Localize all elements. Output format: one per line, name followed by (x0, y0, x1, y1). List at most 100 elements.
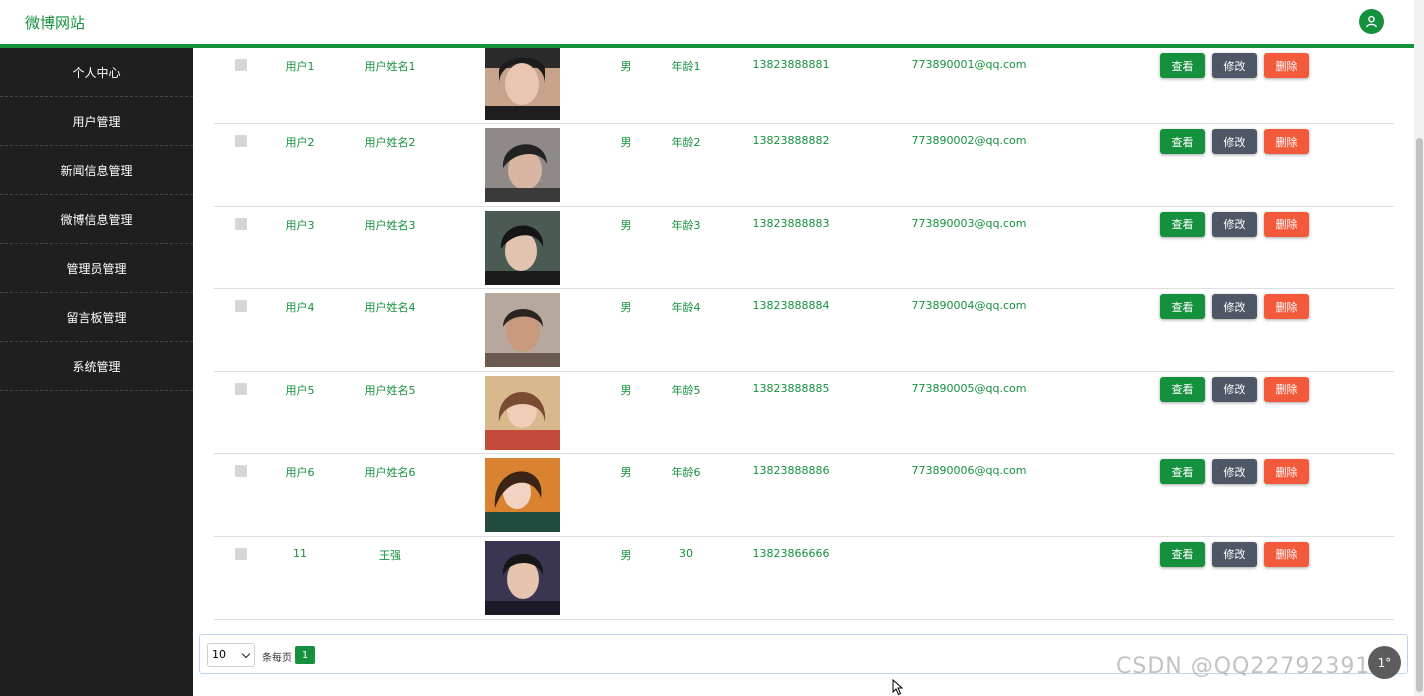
cell-age: 30 (679, 546, 693, 560)
cell-email: 773890002@qq.com (911, 134, 1027, 147)
page-size-label: 条每页 (262, 653, 292, 664)
edit-button[interactable]: 修改 (1212, 53, 1257, 78)
table-row: 用户2 用户姓名2 男 年龄2 13823888882 773890002@qq… (214, 124, 1394, 207)
cell-username: 11 (293, 546, 307, 560)
sidebar-item-label: 系统管理 (72, 359, 121, 374)
cell-phone: 13823888885 (752, 381, 830, 395)
sidebar-item-label: 用户管理 (72, 114, 121, 129)
cell-real-name: 王强 (379, 548, 401, 562)
sidebar-item-system[interactable]: 系统管理 (0, 342, 193, 391)
view-button[interactable]: 查看 (1160, 459, 1205, 485)
edit-button[interactable]: 修改 (1212, 459, 1257, 485)
row-checkbox[interactable] (235, 300, 247, 313)
delete-button[interactable]: 删除 (1264, 459, 1309, 485)
page-button-current[interactable]: 1 (295, 646, 315, 664)
cell-age: 年龄4 (671, 301, 701, 315)
row-checkbox[interactable] (235, 382, 247, 395)
row-checkbox[interactable] (235, 59, 247, 71)
sidebar-item-message-board[interactable]: 留言板管理 (0, 293, 193, 342)
scrollbar-thumb[interactable] (1416, 138, 1423, 692)
sidebar-item-label: 新闻信息管理 (60, 163, 133, 178)
edit-button[interactable]: 修改 (1212, 294, 1257, 320)
watermark: CSDN @QQ2279239102 (1116, 654, 1401, 679)
cell-real-name: 用户姓名2 (364, 136, 416, 149)
cell-sex: 男 (620, 548, 632, 562)
view-button[interactable]: 查看 (1160, 211, 1205, 237)
cell-sex: 男 (620, 466, 632, 480)
cell-sex: 男 (620, 383, 632, 397)
delete-button[interactable]: 删除 (1264, 53, 1309, 78)
table-row: 用户4 用户姓名4 男 年龄4 13823888884 773890004@qq… (214, 289, 1394, 372)
mouse-cursor-icon (892, 679, 904, 696)
user-photo (485, 210, 560, 285)
user-avatar-button[interactable] (1359, 9, 1384, 34)
row-checkbox[interactable] (235, 547, 247, 560)
cell-username: 用户1 (285, 60, 315, 73)
user-photo (485, 128, 560, 202)
cell-age: 年龄1 (671, 60, 701, 73)
user-photo (485, 48, 560, 120)
cell-real-name: 用户姓名3 (364, 218, 416, 232)
cell-phone: 13823888882 (752, 134, 830, 147)
delete-button[interactable]: 删除 (1264, 294, 1309, 320)
sidebar-item-news-management[interactable]: 新闻信息管理 (0, 146, 193, 195)
chevron-down-icon (241, 649, 251, 659)
view-button[interactable]: 查看 (1160, 129, 1205, 154)
cell-email: 773890003@qq.com (911, 216, 1027, 230)
sidebar-item-label: 微博信息管理 (60, 212, 133, 227)
top-bar: 微博网站 (0, 0, 1414, 48)
user-icon (1365, 15, 1378, 28)
delete-button[interactable]: 删除 (1264, 129, 1309, 154)
cell-username: 用户4 (285, 301, 315, 315)
cell-email: 773890001@qq.com (911, 58, 1027, 71)
cell-username: 用户5 (285, 383, 315, 397)
row-checkbox[interactable] (235, 465, 247, 478)
sidebar: 个人中心 用户管理 新闻信息管理 微博信息管理 管理员管理 留言板管理 系统管理 (0, 48, 193, 696)
cell-username: 用户3 (285, 218, 315, 232)
cell-username: 用户6 (285, 466, 315, 480)
back-to-top-button[interactable]: 1° (1368, 646, 1401, 679)
cell-phone: 13823866666 (752, 546, 830, 560)
cell-phone: 13823888883 (752, 216, 830, 230)
cell-age: 年龄3 (671, 218, 701, 232)
sidebar-item-label: 管理员管理 (66, 261, 127, 276)
cell-real-name: 用户姓名6 (364, 466, 416, 480)
main-content: 用户1 用户姓名1 男 年龄1 13823888881 773890001@qq… (193, 48, 1414, 696)
sidebar-item-weibo-management[interactable]: 微博信息管理 (0, 195, 193, 244)
cell-phone: 13823888881 (752, 58, 830, 71)
cell-sex: 男 (620, 301, 632, 315)
delete-button[interactable]: 删除 (1264, 211, 1309, 237)
row-checkbox[interactable] (235, 217, 247, 230)
table-row: 用户1 用户姓名1 男 年龄1 13823888881 773890001@qq… (214, 48, 1394, 124)
view-button[interactable]: 查看 (1160, 53, 1205, 78)
sidebar-item-label: 个人中心 (72, 65, 121, 80)
edit-button[interactable]: 修改 (1212, 541, 1257, 567)
sidebar-item-personal-center[interactable]: 个人中心 (0, 48, 193, 97)
cell-sex: 男 (620, 218, 632, 232)
row-checkbox[interactable] (235, 135, 247, 147)
delete-button[interactable]: 删除 (1264, 541, 1309, 567)
cell-age: 年龄6 (671, 466, 701, 480)
sidebar-item-label: 留言板管理 (66, 310, 127, 325)
view-button[interactable]: 查看 (1160, 294, 1205, 320)
table-row: 用户5 用户姓名5 男 年龄5 13823888885 773890005@qq… (214, 372, 1394, 455)
sidebar-item-admin-management[interactable]: 管理员管理 (0, 244, 193, 293)
view-button[interactable]: 查看 (1160, 376, 1205, 402)
edit-button[interactable]: 修改 (1212, 211, 1257, 237)
cell-real-name: 用户姓名4 (364, 301, 416, 315)
cell-email: 773890005@qq.com (911, 381, 1027, 395)
cell-email: 773890004@qq.com (911, 299, 1027, 313)
table-row: 用户3 用户姓名3 男 年龄3 13823888883 773890003@qq… (214, 207, 1394, 290)
edit-button[interactable]: 修改 (1212, 129, 1257, 154)
cell-age: 年龄2 (671, 136, 701, 149)
view-button[interactable]: 查看 (1160, 541, 1205, 567)
user-photo (485, 458, 560, 533)
user-photo (485, 375, 560, 450)
page-size-select[interactable]: 10 (207, 643, 255, 667)
user-photo (485, 293, 560, 368)
sidebar-item-user-management[interactable]: 用户管理 (0, 97, 193, 146)
cell-email: 773890006@qq.com (911, 464, 1027, 478)
delete-button[interactable]: 删除 (1264, 376, 1309, 402)
edit-button[interactable]: 修改 (1212, 376, 1257, 402)
cell-sex: 男 (620, 60, 632, 73)
